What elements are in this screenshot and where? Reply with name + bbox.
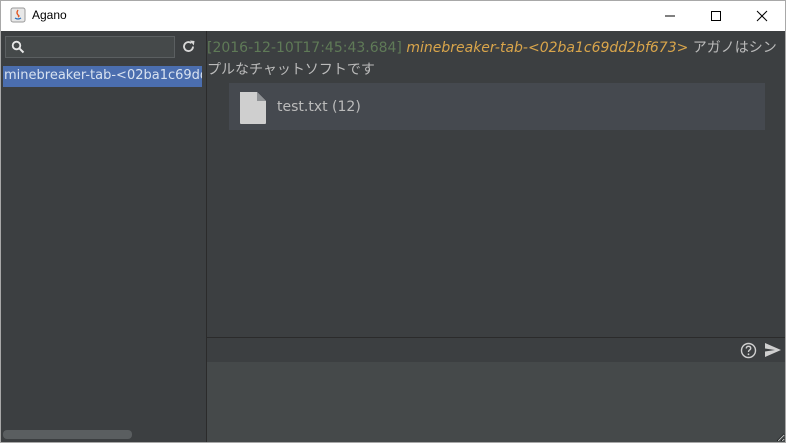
horizontal-scrollbar[interactable] [3, 430, 132, 439]
chat-message: [2016-12-10T17:45:43.684] minebreaker-ta… [207, 37, 777, 81]
room-label: minebreaker-tab-<02ba1c69dd2bf673> [4, 68, 202, 83]
minimize-icon [665, 15, 675, 17]
attachment-label: test.txt (12) [277, 99, 361, 115]
minimize-button[interactable] [647, 1, 693, 31]
message-username[interactable]: minebreaker-tab-<02ba1c69dd2bf673> [406, 40, 688, 56]
file-icon [240, 92, 266, 124]
send-icon[interactable] [764, 342, 782, 358]
search-input[interactable] [5, 36, 175, 58]
divider [207, 337, 785, 338]
maximize-icon [711, 11, 721, 21]
java-icon [10, 7, 26, 23]
maximize-button[interactable] [693, 1, 739, 31]
sidebar: minebreaker-tab-<02ba1c69dd2bf673> [1, 31, 207, 442]
close-icon [756, 10, 768, 22]
close-button[interactable] [739, 1, 785, 31]
file-attachment[interactable]: test.txt (12) [229, 83, 765, 130]
title-bar[interactable]: Agano [1, 1, 785, 31]
refresh-icon[interactable] [181, 39, 196, 54]
room-list-item[interactable]: minebreaker-tab-<02ba1c69dd2bf673> [3, 66, 202, 87]
app-window: Agano minebreaker-tab-<02ba1c69dd2bf673> [0, 0, 786, 443]
message-timestamp: [2016-12-10T17:45:43.684] [207, 40, 402, 56]
window-title: Agano [32, 8, 67, 22]
message-input[interactable] [207, 362, 785, 442]
chat-panel: [2016-12-10T17:45:43.684] minebreaker-ta… [207, 31, 785, 442]
search-icon [11, 40, 25, 54]
help-icon[interactable] [740, 342, 757, 359]
